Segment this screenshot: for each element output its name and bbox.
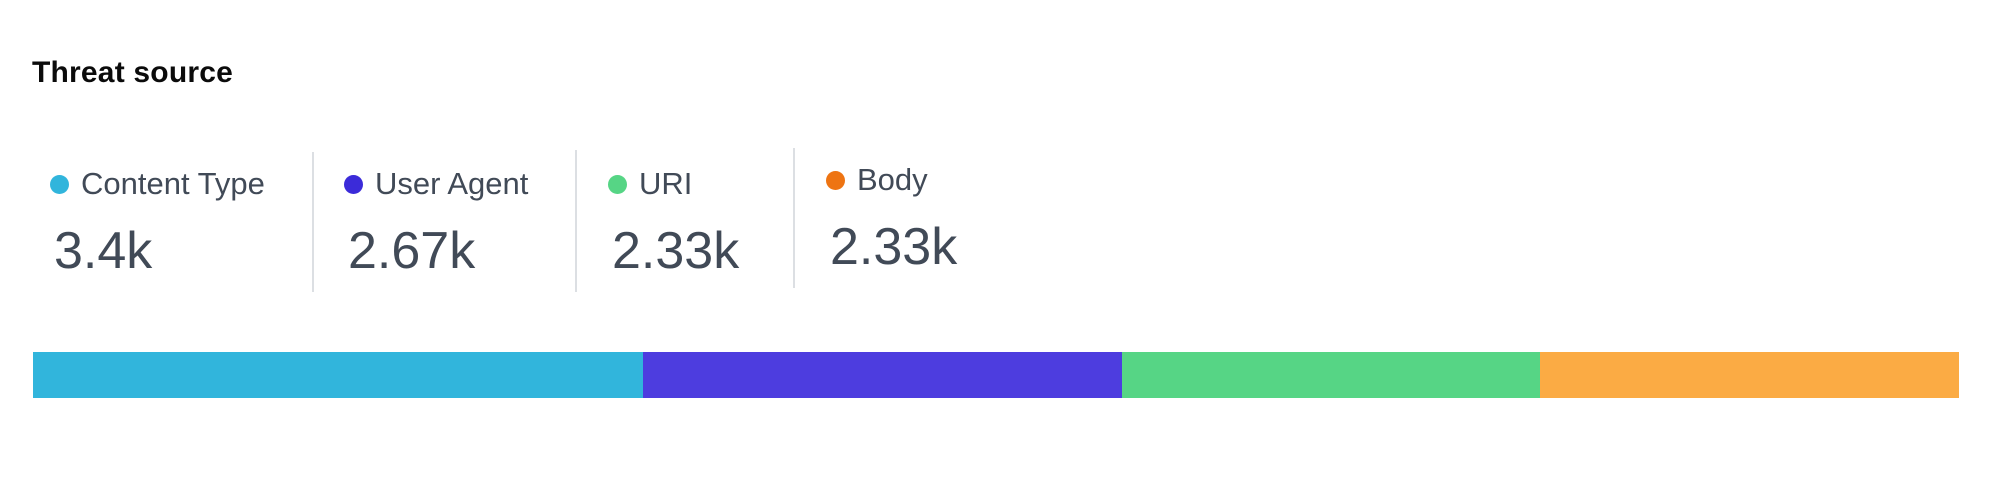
legend-label: URI (639, 166, 693, 201)
legend-label: Content Type (81, 166, 265, 201)
legend-value: 3.4k (54, 222, 153, 280)
bar-segment-user-agent[interactable] (643, 352, 1122, 398)
legend-divider (575, 150, 577, 292)
legend-dot-icon (344, 174, 363, 194)
stacked-bar (33, 352, 1959, 398)
legend-value: 2.33k (830, 218, 958, 276)
legend-dot-icon (826, 170, 845, 190)
bar-segment-body[interactable] (1540, 352, 1959, 398)
legend-dot-icon (608, 174, 627, 194)
legend-label: Body (857, 162, 928, 197)
legend-divider (793, 148, 795, 288)
legend-divider (312, 152, 314, 292)
bar-segment-uri[interactable] (1122, 352, 1540, 398)
legend-dot-icon (50, 174, 69, 194)
legend-label: User Agent (375, 166, 529, 201)
bar-segment-content-type[interactable] (33, 352, 643, 398)
legend: Content Type 3.4k User Agent 2.67k URI 2… (0, 0, 1999, 300)
legend-value: 2.67k (348, 222, 476, 280)
legend-value: 2.33k (612, 222, 740, 280)
